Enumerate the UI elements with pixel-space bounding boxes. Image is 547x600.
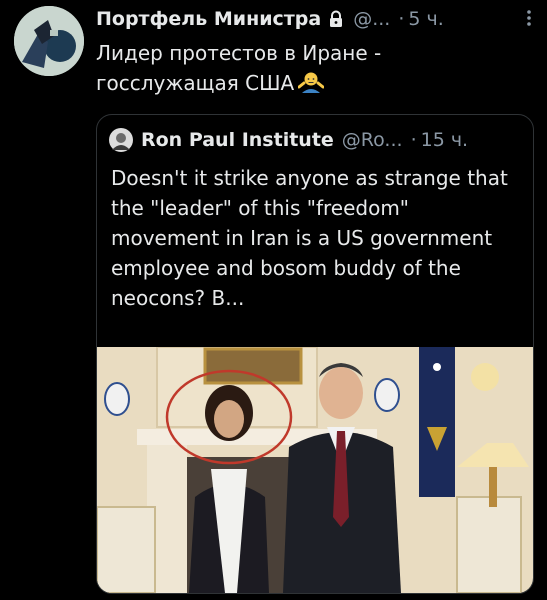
quoted-tweet[interactable]: Ron Paul Institute @Ro... · 15 ч. Doesn'… xyxy=(96,114,534,594)
author-name[interactable]: Портфель Министра xyxy=(96,8,321,30)
person-shrugging-emoji-icon xyxy=(297,69,325,95)
author-avatar[interactable] xyxy=(14,6,84,76)
quoted-separator-dot: · xyxy=(410,129,417,151)
lock-icon xyxy=(327,10,345,28)
tweet-time[interactable]: 5 ч. xyxy=(408,8,443,30)
more-options-icon[interactable] xyxy=(519,8,539,28)
quoted-author-name[interactable]: Ron Paul Institute xyxy=(141,129,334,151)
separator-dot: · xyxy=(398,8,405,30)
quoted-tweet-text: Doesn't it strike anyone as strange that… xyxy=(111,166,508,310)
tweet-text-content: Лидер протестов в Иране - госслужащая СШ… xyxy=(96,41,382,95)
tweet-text: Лидер протестов в Иране - госслужащая СШ… xyxy=(96,38,526,98)
quoted-author-avatar[interactable] xyxy=(109,128,133,152)
quoted-tweet-time[interactable]: 15 ч. xyxy=(421,129,468,151)
quoted-author-handle[interactable]: @Ro... xyxy=(342,129,403,151)
quoted-tweet-photo[interactable] xyxy=(97,346,533,593)
quoted-tweet-header: Ron Paul Institute @Ro... · 15 ч. xyxy=(109,125,523,155)
tweet-header: Портфель Министра @... · 5 ч. xyxy=(96,6,539,32)
author-handle[interactable]: @... xyxy=(353,8,390,30)
